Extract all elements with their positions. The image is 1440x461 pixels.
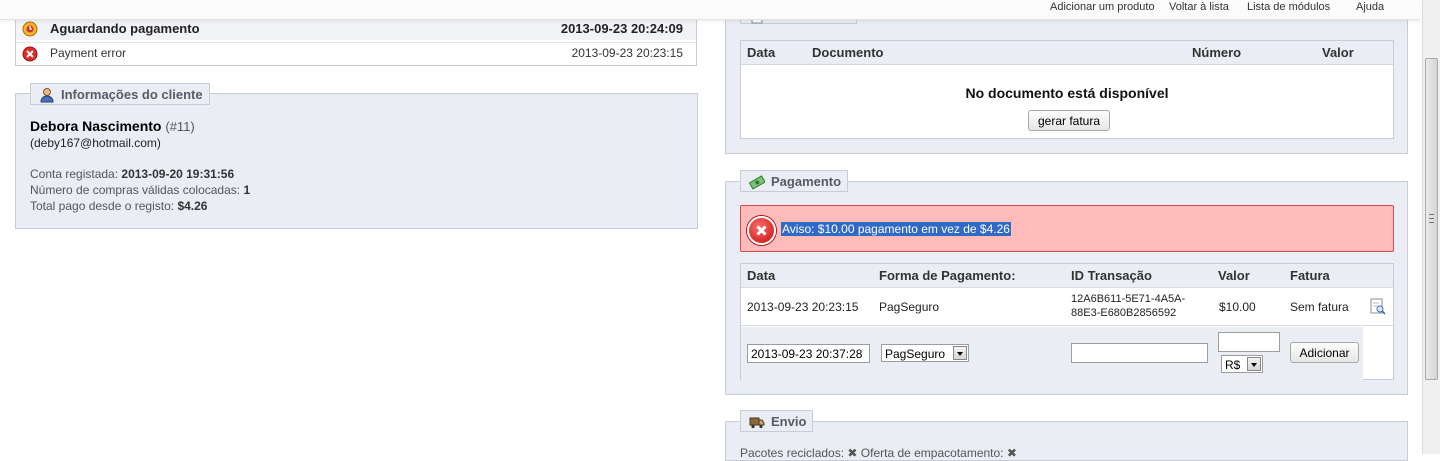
view-details-icon[interactable] bbox=[1370, 298, 1386, 316]
error-icon bbox=[22, 46, 38, 62]
error-icon bbox=[747, 216, 776, 245]
transaction-id-line1: 12A6B611-5E71-4A5A- bbox=[1071, 293, 1186, 305]
col-transaction-id: ID Transação bbox=[1071, 268, 1152, 283]
valid-orders-value: 1 bbox=[243, 183, 251, 197]
no-documents-message: No documento está disponível bbox=[965, 85, 1169, 101]
documents-table: Data Documento Número Valor No documento… bbox=[740, 40, 1394, 139]
customer-name-line: Debora Nascimento (#11) bbox=[30, 118, 195, 134]
generate-invoice-button[interactable]: gerar fatura bbox=[1028, 110, 1110, 131]
account-registered-value: 2013-09-20 19:31:56 bbox=[121, 167, 235, 181]
status-row: Payment error 2013-09-23 20:23:15 bbox=[16, 42, 696, 64]
clock-coin-icon bbox=[22, 21, 38, 37]
total-paid-value: $4.26 bbox=[177, 199, 208, 213]
add-payment-button[interactable]: Adicionar bbox=[1290, 342, 1359, 363]
col-date: Data bbox=[747, 45, 776, 60]
total-paid-label: Total pago desde o registo: bbox=[30, 199, 175, 213]
account-registered-label: Conta registada: bbox=[30, 167, 119, 181]
payments-table-header: Data Forma de Pagamento: ID Transação Va… bbox=[741, 264, 1393, 288]
customer-id: (#11) bbox=[165, 119, 195, 134]
status-label: Payment error bbox=[50, 46, 127, 60]
status-row: Aguardando pagamento 2013-09-23 20:24:09 bbox=[16, 18, 696, 40]
grip-icon bbox=[1429, 214, 1434, 223]
col-date: Data bbox=[747, 268, 776, 283]
chevron-down-icon bbox=[1247, 357, 1261, 371]
transaction-id-input[interactable] bbox=[1071, 343, 1208, 363]
payments-table: Data Forma de Pagamento: ID Transação Va… bbox=[740, 263, 1394, 380]
valid-orders-line: Número de compras válidas colocadas: 1 bbox=[30, 183, 250, 197]
status-date: 2013-09-23 20:24:09 bbox=[560, 21, 683, 36]
truck-icon bbox=[749, 414, 765, 430]
customer-info-legend: Informações do cliente bbox=[30, 83, 210, 105]
back-to-list-link[interactable]: Voltar à lista bbox=[1169, 1, 1229, 13]
scrollbar-thumb[interactable] bbox=[1425, 58, 1438, 380]
account-registered-line: Conta registada: 2013-09-20 19:31:56 bbox=[30, 167, 234, 181]
payment-legend: Pagamento bbox=[740, 170, 849, 192]
col-value: Valor bbox=[1322, 45, 1354, 60]
payment-date: 2013-09-23 20:23:15 bbox=[747, 300, 859, 314]
customer-email: (deby167@hotmail.com) bbox=[30, 136, 161, 150]
col-payment-method: Forma de Pagamento: bbox=[879, 268, 1016, 283]
total-paid-line: Total pago desde o registo: $4.26 bbox=[30, 199, 207, 213]
col-document: Documento bbox=[812, 45, 884, 60]
modules-list-link[interactable]: Lista de módulos bbox=[1247, 1, 1330, 13]
payment-title: Pagamento bbox=[771, 174, 842, 189]
documents-table-header: Data Documento Número Valor bbox=[741, 41, 1393, 65]
page-scrollbar[interactable] bbox=[1422, 0, 1440, 454]
shipping-title: Envio bbox=[771, 414, 807, 429]
money-icon bbox=[748, 174, 766, 190]
shipping-panel: Pacotes reciclados: ✖ Oferta de empacota… bbox=[725, 421, 1408, 461]
payment-date-input[interactable]: 2013-09-23 20:37:28 bbox=[747, 344, 870, 363]
status-date: 2013-09-23 20:23:15 bbox=[571, 46, 683, 60]
customer-info-title: Informações do cliente bbox=[61, 87, 203, 102]
status-label: Aguardando pagamento bbox=[50, 21, 200, 36]
payment-warning-text: Aviso: $10.00 pagamento em vez de $4.26 bbox=[781, 222, 1011, 236]
payment-warning-alert: Aviso: $10.00 pagamento em vez de $4.26 bbox=[740, 205, 1394, 252]
col-number: Número bbox=[1192, 45, 1242, 60]
table-row: 2013-09-23 20:23:15 PagSeguro 12A6B611-5… bbox=[741, 288, 1393, 326]
add-product-link[interactable]: Adicionar um produto bbox=[1050, 1, 1155, 13]
shipping-options-text: Pacotes reciclados: ✖ Oferta de empacota… bbox=[740, 446, 1017, 460]
chevron-down-icon bbox=[953, 346, 967, 360]
customer-icon bbox=[39, 87, 55, 103]
shipping-legend: Envio bbox=[740, 410, 814, 432]
customer-name[interactable]: Debora Nascimento bbox=[30, 118, 161, 134]
col-amount: Valor bbox=[1218, 268, 1250, 283]
currency-select[interactable]: R$ bbox=[1221, 355, 1263, 373]
payment-invoice: Sem fatura bbox=[1290, 300, 1349, 314]
payment-method: PagSeguro bbox=[879, 300, 940, 314]
payment-method-selected: PagSeguro bbox=[885, 347, 946, 361]
transaction-id-line2: 88E3-E680B2856592 bbox=[1071, 307, 1177, 319]
top-toolbar: Adicionar um produto Voltar à lista List… bbox=[0, 0, 1420, 20]
payment-amount: $10.00 bbox=[1219, 300, 1256, 314]
col-invoice: Fatura bbox=[1290, 268, 1330, 283]
payment-method-select[interactable]: PagSeguro bbox=[881, 344, 969, 362]
valid-orders-label: Número de compras válidas colocadas: bbox=[30, 183, 241, 197]
amount-input[interactable] bbox=[1218, 332, 1280, 352]
customer-info-panel: Debora Nascimento (#11) (deby167@hotmail… bbox=[15, 93, 698, 229]
help-link[interactable]: Ajuda bbox=[1356, 1, 1384, 13]
add-payment-row: 2013-09-23 20:37:28 PagSeguro R$ Adicion… bbox=[741, 327, 1363, 380]
currency-selected: R$ bbox=[1225, 358, 1241, 372]
